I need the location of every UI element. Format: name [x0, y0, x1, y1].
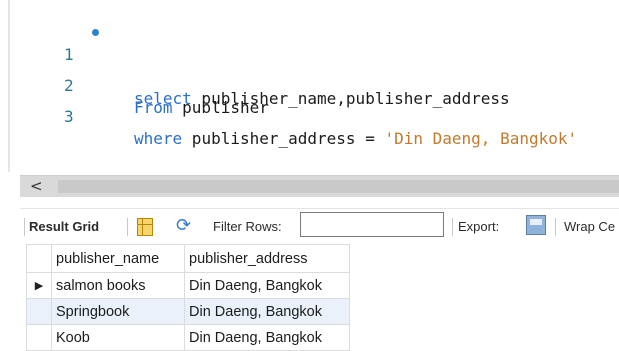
row-marker-header	[26, 244, 52, 273]
result-grid: publisher_name publisher_address ▶ salmo…	[26, 244, 350, 351]
toolbar-divider	[24, 218, 25, 236]
result-grid-tab[interactable]: Result Grid	[29, 219, 99, 234]
horizontal-scrollbar[interactable]: <	[20, 175, 619, 197]
table-row[interactable]: Springbook Din Daeng, Bangkok	[26, 298, 350, 325]
sql-text: publisher_address =	[182, 129, 385, 148]
toolbar-divider	[127, 218, 128, 236]
result-toolbar: Result Grid ⟳ Filter Rows: Export: Wrap …	[20, 208, 619, 243]
breakpoint-dot-icon	[92, 29, 99, 36]
cell-publisher-address[interactable]: Din Daeng, Bangkok	[184, 272, 350, 299]
table-row[interactable]: ▶ salmon books Din Daeng, Bangkok	[26, 272, 350, 299]
wrap-cell-label[interactable]: Wrap Ce	[564, 219, 615, 234]
row-marker	[26, 298, 52, 325]
export-icon[interactable]	[526, 215, 546, 235]
refresh-icon[interactable]: ⟳	[176, 215, 191, 236]
current-row-arrow-icon: ▶	[26, 272, 52, 299]
cell-publisher-name[interactable]: salmon books	[51, 272, 185, 299]
sql-keyword: where	[134, 129, 183, 148]
line-number: 3	[64, 107, 74, 126]
form-editor-icon[interactable]	[137, 218, 153, 236]
sql-editor[interactable]: 1 select publisher_name,publisher_addres…	[8, 0, 619, 172]
cell-publisher-name[interactable]: Springbook	[51, 298, 185, 325]
grid-header-row: publisher_name publisher_address	[26, 244, 350, 273]
toolbar-divider	[555, 218, 556, 236]
column-header-publisher-name[interactable]: publisher_name	[51, 244, 185, 273]
cell-publisher-address[interactable]: Din Daeng, Bangkok	[184, 298, 350, 325]
column-header-publisher-address[interactable]: publisher_address	[184, 244, 350, 273]
sql-string: 'Din Daeng, Bangkok'	[384, 129, 578, 148]
filter-rows-input[interactable]	[300, 212, 444, 237]
scrollbar-thumb[interactable]	[58, 180, 619, 193]
filter-rows-label: Filter Rows:	[213, 219, 282, 234]
code-line-3: 3 where publisher_address = 'Din Daeng, …	[26, 84, 619, 148]
code-line-2: 2 From publisher	[26, 53, 619, 117]
scroll-left-arrow-icon[interactable]: <	[30, 177, 43, 195]
toolbar-divider	[452, 218, 453, 236]
code-line-1: 1 select publisher_name,publisher_addres…	[26, 22, 619, 108]
export-label: Export:	[458, 219, 500, 234]
